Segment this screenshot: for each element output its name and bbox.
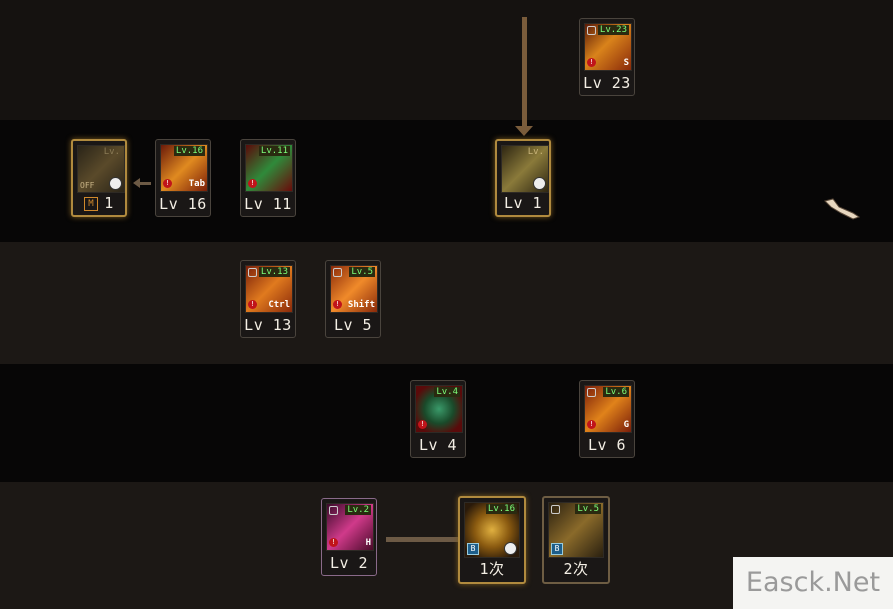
- skill-level-badge: Lv.5: [575, 504, 601, 514]
- skill-slot-lv4[interactable]: Lv.4 ! Lv 4: [410, 380, 466, 458]
- hotkey-label: Tab: [188, 179, 205, 189]
- skill-icon-green-seal: Lv.4 !: [415, 385, 463, 433]
- skill-slot-second-job[interactable]: Lv.5 B 2次: [542, 496, 610, 584]
- warning-icon: !: [587, 420, 596, 429]
- skill-icon-fire-slash: Lv.13 ! Ctrl: [245, 265, 293, 313]
- skill-icon-passive-gold: Lv.: [501, 145, 549, 193]
- skill-icon-fire-wave: Lv.5 ! Shift: [330, 265, 378, 313]
- background-band-top: [0, 0, 893, 120]
- m-tag-icon: M: [84, 197, 99, 211]
- skill-icon-flame-dash: Lv.23 ! S: [584, 23, 632, 71]
- lock-icon: [587, 388, 596, 397]
- lock-icon: [329, 506, 338, 515]
- skill-level-label: Lv 5: [333, 316, 373, 334]
- skill-slot-lv5[interactable]: Lv.5 ! Shift Lv 5: [325, 260, 381, 338]
- skill-level-label: Lv 1: [503, 194, 543, 212]
- skill-slot-m1[interactable]: Lv. OFF M1: [71, 139, 127, 217]
- warning-icon: !: [248, 300, 257, 309]
- clock-icon: [533, 177, 546, 190]
- warning-icon: !: [587, 58, 596, 67]
- connector-link: [386, 537, 460, 542]
- skill-level-label: 1次: [479, 560, 505, 578]
- background-band-3: [0, 242, 893, 364]
- skill-level-badge: Lv.2: [345, 505, 371, 515]
- b-tag-icon: B: [467, 543, 479, 555]
- skill-slot-lv23[interactable]: Lv.23 ! S Lv 23: [579, 18, 635, 96]
- hotkey-label: Shift: [347, 300, 375, 310]
- warning-icon: !: [418, 420, 427, 429]
- arrow-left-icon: [133, 178, 140, 188]
- skill-icon-pink-burst: Lv.2 ! H: [326, 503, 374, 551]
- skill-level-label: Lv 6: [587, 436, 627, 454]
- mouse-cursor-icon: [824, 198, 861, 220]
- skill-slot-lv13[interactable]: Lv.13 ! Ctrl Lv 13: [240, 260, 296, 338]
- skill-level-label: Lv 16: [159, 195, 207, 213]
- skill-level-label: 2次: [563, 560, 589, 578]
- warning-icon: !: [248, 179, 257, 188]
- skill-level-badge: Lv.6: [603, 387, 629, 397]
- skill-level-badge: Lv.5: [349, 267, 375, 277]
- skill-slot-lv6[interactable]: Lv.6 ! G Lv 6: [579, 380, 635, 458]
- skill-level-badge: Lv.11: [258, 146, 290, 156]
- skill-icon-passive: Lv. OFF: [77, 145, 125, 193]
- skill-level-label: Lv 2: [329, 554, 369, 572]
- skill-icon-golden-orb: Lv.16 B: [464, 502, 520, 558]
- skill-icon-fire-rush: Lv.6 ! G: [584, 385, 632, 433]
- hotkey-label: Ctrl: [268, 300, 290, 310]
- arrow-down-icon: [515, 126, 533, 136]
- watermark: Easck.Net: [733, 557, 893, 609]
- skill-level-label: Lv 11: [244, 195, 292, 213]
- skill-level-label: M1: [73, 194, 125, 212]
- connector-vertical: [522, 17, 527, 129]
- skill-level-label: Lv 13: [244, 316, 292, 334]
- skill-level-badge: Lv.16: [173, 146, 205, 156]
- clock-icon: [504, 542, 517, 555]
- skill-slot-lv1[interactable]: Lv. Lv 1: [495, 139, 551, 217]
- connector-horizontal: [139, 182, 151, 185]
- lock-icon: [333, 268, 342, 277]
- lock-icon: [551, 505, 560, 514]
- skill-icon-green-blade: Lv.11 !: [245, 144, 293, 192]
- skill-icon-bronze: Lv.5 B: [548, 502, 604, 558]
- skill-level-badge: Lv.16: [485, 504, 517, 514]
- skill-slot-lv2[interactable]: Lv.2 ! H Lv 2: [321, 498, 377, 576]
- skill-level-badge: Lv.: [103, 147, 120, 157]
- skill-level-badge: Lv.: [527, 147, 544, 157]
- skill-slot-lv11[interactable]: Lv.11 ! Lv 11: [240, 139, 296, 217]
- off-label: OFF: [80, 181, 95, 190]
- hotkey-label: G: [623, 420, 629, 430]
- skill-slot-first-job[interactable]: Lv.16 B 1次: [458, 496, 526, 584]
- warning-icon: !: [163, 179, 172, 188]
- clock-icon: [109, 177, 122, 190]
- skill-icon-fire-strike: Lv.16 ! Tab: [160, 144, 208, 192]
- b-tag-icon: B: [551, 543, 563, 555]
- hotkey-label: S: [623, 58, 629, 68]
- skill-level-badge: Lv.4: [434, 387, 460, 397]
- hotkey-label: H: [365, 538, 371, 548]
- lock-icon: [248, 268, 257, 277]
- skill-level-label: Lv 23: [583, 74, 631, 92]
- skill-slot-lv16[interactable]: Lv.16 ! Tab Lv 16: [155, 139, 211, 217]
- warning-icon: !: [333, 300, 342, 309]
- lock-icon: [587, 26, 596, 35]
- skill-level-badge: Lv.23: [597, 25, 629, 35]
- skill-level-label: Lv 4: [418, 436, 458, 454]
- warning-icon: !: [329, 538, 338, 547]
- skill-level-badge: Lv.13: [258, 267, 290, 277]
